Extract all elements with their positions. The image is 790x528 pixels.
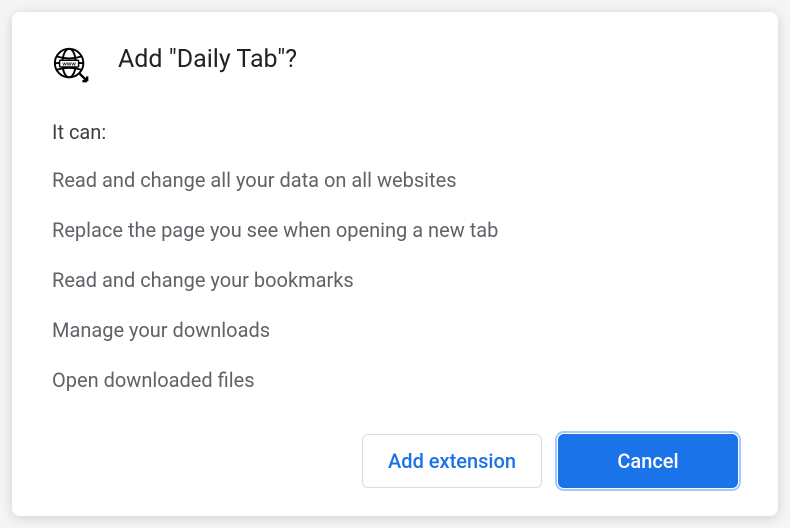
svg-text:WWW: WWW (62, 61, 76, 67)
add-extension-button[interactable]: Add extension (362, 434, 542, 488)
permissions-section: It can: Read and change all your data on… (52, 120, 738, 426)
dialog-buttons: Add extension Cancel (52, 434, 738, 488)
dialog-title: Add "Daily Tab"? (118, 44, 297, 77)
permission-item: Read and change all your data on all web… (52, 166, 738, 194)
dialog-header: WWW Add "Daily Tab"? (52, 44, 738, 84)
permission-item: Manage your downloads (52, 316, 738, 344)
permission-item: Replace the page you see when opening a … (52, 216, 738, 244)
permission-item: Open downloaded files (52, 366, 738, 394)
extension-install-dialog: WWW Add "Daily Tab"? It can: Read and ch… (12, 12, 778, 516)
globe-www-icon: WWW (52, 46, 90, 84)
permission-item: Read and change your bookmarks (52, 266, 738, 294)
cancel-button[interactable]: Cancel (558, 434, 738, 488)
permissions-intro: It can: (52, 120, 738, 144)
